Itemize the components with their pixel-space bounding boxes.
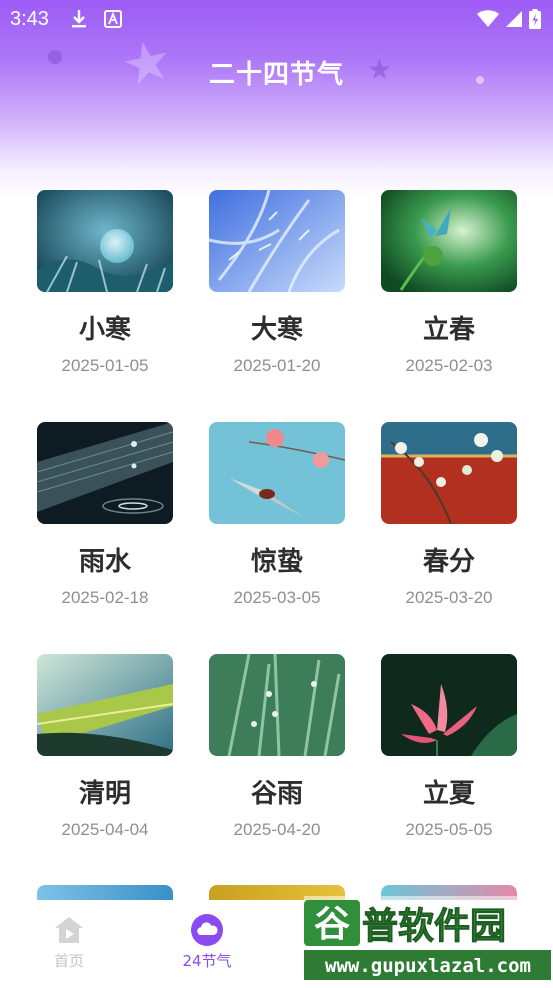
solar-term-card-chunfen[interactable]: 春分 2025-03-20 [381, 422, 517, 608]
card-image [381, 422, 517, 524]
card-image [37, 654, 173, 756]
watermark-glyph: 谷 [314, 904, 350, 945]
term-date: 2025-03-20 [405, 588, 493, 607]
nav-home[interactable]: 首页 [14, 914, 124, 971]
solar-term-card-qingming[interactable]: 清明 2025-04-04 [37, 654, 173, 840]
card-image [381, 654, 517, 756]
site-watermark: 谷 普软件园 www.gupuxlazal.com [300, 896, 553, 984]
solar-term-card-partial[interactable] [37, 885, 173, 901]
term-name: 大寒 [250, 315, 303, 345]
nav-home-label: 首页 [53, 952, 84, 970]
term-name: 春分 [422, 547, 475, 577]
term-date: 2025-02-03 [405, 356, 493, 375]
term-name: 立夏 [422, 779, 475, 809]
term-date: 2025-04-20 [233, 820, 321, 839]
term-date: 2025-01-20 [233, 356, 321, 375]
term-date: 2025-04-04 [61, 820, 149, 839]
nav-solar-terms-label: 24节气 [182, 952, 232, 970]
term-date: 2025-01-05 [61, 356, 149, 375]
card-image [37, 422, 173, 524]
card-image [381, 190, 517, 292]
solar-terms-grid: 小寒 2025-01-05 大寒 2025-01-20 立春 2025-02-0… [0, 0, 553, 984]
term-name: 雨水 [78, 547, 131, 577]
term-date: 2025-05-05 [405, 820, 493, 839]
solar-term-card-jingzhe[interactable]: 惊蛰 2025-03-05 [209, 422, 345, 608]
nav-solar-terms[interactable]: 24节气 [152, 914, 262, 971]
term-name: 立春 [422, 315, 475, 345]
solar-term-card-xiaohan[interactable]: 小寒 2025-01-05 [37, 190, 173, 376]
term-date: 2025-02-18 [61, 588, 149, 607]
solar-term-card-lixia[interactable]: 立夏 2025-05-05 [381, 654, 517, 840]
solar-term-card-dahan[interactable]: 大寒 2025-01-20 [209, 190, 345, 376]
solar-term-card-guyu[interactable]: 谷雨 2025-04-20 [209, 654, 345, 840]
term-name: 谷雨 [250, 779, 303, 809]
home-icon [53, 914, 85, 946]
watermark-title-text: 普软件园 [362, 906, 506, 947]
solar-term-card-yushui[interactable]: 雨水 2025-02-18 [37, 422, 173, 608]
term-date: 2025-03-05 [233, 588, 321, 607]
card-image [209, 654, 345, 756]
cloud-icon [191, 914, 223, 946]
card-image [209, 190, 345, 292]
card-image [37, 190, 173, 292]
term-name: 小寒 [78, 315, 131, 345]
term-name: 清明 [78, 779, 131, 809]
watermark-url-text: www.gupuxlazal.com [325, 955, 531, 977]
term-name: 惊蛰 [250, 547, 303, 577]
solar-term-card-lichun[interactable]: 立春 2025-02-03 [381, 190, 517, 376]
card-image [209, 422, 345, 524]
